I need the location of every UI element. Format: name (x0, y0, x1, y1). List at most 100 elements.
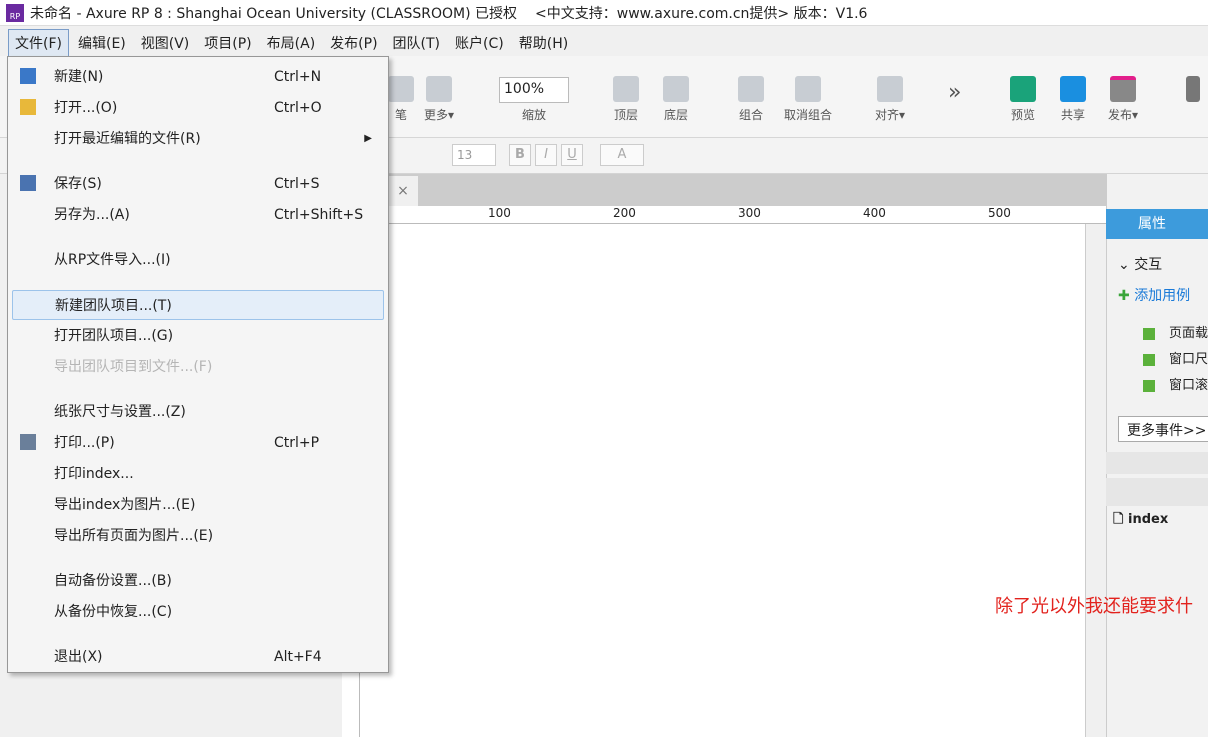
menu-item-label: 自动备份设置...(B) (54, 573, 172, 589)
file-menu-item: 导出团队项目到文件...(F) (12, 352, 384, 382)
group-button[interactable]: 组合 (738, 76, 764, 123)
ungroup-button[interactable]: 取消组合 (784, 76, 832, 123)
page-icon: 🗋 (1113, 512, 1128, 527)
expand-toolbar-button[interactable]: » (948, 80, 961, 105)
event-window-scroll[interactable]: 窗口滚 (1143, 374, 1208, 393)
font-size-select[interactable]: 13 (452, 144, 496, 166)
menu-8[interactable]: 帮助(H) (513, 30, 574, 56)
zoom-label: 缩放 (522, 108, 547, 122)
file-menu-item[interactable]: 另存为...(A) Ctrl+Shift+S (12, 200, 384, 230)
file-menu-item[interactable]: 新建团队项目...(T) (12, 290, 384, 320)
bold-button[interactable]: B (509, 144, 531, 166)
send-to-back-icon (663, 76, 689, 102)
group-icon (738, 76, 764, 102)
publish-button[interactable]: 发布▾ (1108, 76, 1138, 123)
file-menu-item[interactable]: 打开团队项目...(G) (12, 321, 384, 351)
menu-5[interactable]: 发布(P) (324, 30, 383, 56)
italic-button[interactable]: I (535, 144, 557, 166)
user-icon[interactable] (1186, 76, 1200, 106)
file-menu-item[interactable]: 保存(S) Ctrl+S (12, 169, 384, 199)
pages-header (1106, 478, 1208, 506)
event-cursor-icon (1143, 353, 1155, 366)
file-menu-item[interactable]: 自动备份设置...(B) (12, 566, 384, 596)
add-case-link[interactable]: ✚ 添加用例 (1118, 285, 1190, 305)
menu-item-label: 纸张尺寸与设置...(Z) (54, 404, 186, 420)
font-color-button[interactable]: A (600, 144, 644, 166)
menu-7[interactable]: 账户(C) (449, 30, 510, 56)
title-bar: RP 未命名 - Axure RP 8 : Shanghai Ocean Uni… (0, 0, 1208, 26)
more-button[interactable]: 更多▾ (424, 76, 454, 123)
menu-item-shortcut: Ctrl+P (274, 435, 320, 451)
menu-item-label: 打开...(O) (54, 100, 118, 116)
play-icon (1010, 76, 1036, 102)
file-menu-item[interactable]: 打开最近编辑的文件(R) ▶ (12, 124, 384, 154)
file-menu-item[interactable]: 退出(X) Alt+F4 (12, 642, 384, 672)
file-menu-item[interactable]: 从备份中恢复...(C) (12, 597, 384, 627)
menu-item-label: 新建(N) (54, 69, 104, 85)
menu-item-shortcut: Ctrl+O (274, 100, 322, 116)
pen-button[interactable]: 笔 (388, 76, 414, 123)
menu-item-shortcut: Alt+F4 (274, 649, 322, 665)
file-menu-item[interactable]: 打印index... (12, 459, 384, 489)
file-menu-item[interactable]: 导出所有页面为图片...(E) (12, 521, 384, 551)
title-info: <中文支持：www.axure.com.cn提供> 版本：V1.6 (535, 5, 868, 22)
menu-4[interactable]: 布局(A) (261, 30, 322, 56)
menu-bar: 文件(F) 编辑(E) 视图(V) 项目(P) 布局(A) 发布(P) 团队(T) 账户(C)… (0, 29, 577, 57)
file-menu-item[interactable]: 从RP文件导入...(I) (12, 245, 384, 275)
ruler-tick-label: 400 (863, 206, 886, 220)
interactions-header[interactable]: ⌄ 交互 (1118, 254, 1162, 274)
event-window-resize[interactable]: 窗口尺 (1143, 348, 1208, 367)
zoom-select[interactable]: 100% (499, 77, 569, 103)
file-menu-item[interactable]: 打印...(P) Ctrl+P (12, 428, 384, 458)
new-file-icon (20, 68, 36, 84)
menu-3[interactable]: 项目(P) (198, 30, 257, 56)
design-canvas[interactable] (360, 224, 1085, 737)
file-menu-item[interactable]: 导出index为图片...(E) (12, 490, 384, 520)
submenu-arrow-icon: ▶ (364, 133, 372, 144)
underline-button[interactable]: U (561, 144, 583, 166)
folder-open-icon (20, 99, 36, 115)
menu-2[interactable]: 视图(V) (135, 30, 196, 56)
vertical-scrollbar[interactable] (1085, 224, 1105, 737)
menu-item-shortcut: Ctrl+S (274, 176, 320, 192)
bottom-layer-button[interactable]: 底层 (663, 76, 689, 123)
menu-item-label: 从备份中恢复...(C) (54, 604, 173, 620)
align-button[interactable]: 对齐▾ (875, 76, 905, 123)
file-menu-item[interactable]: 新建(N) Ctrl+N (12, 62, 384, 92)
align-icon (877, 76, 904, 102)
plus-icon: ✚ (1118, 288, 1135, 304)
print-icon (20, 434, 36, 450)
file-menu-item[interactable]: 纸张尺寸与设置...(Z) (12, 397, 384, 427)
chevron-down-icon: ⌄ (1118, 257, 1135, 273)
menu-item-label: 打开最近编辑的文件(R) (54, 131, 201, 147)
event-cursor-icon (1143, 327, 1155, 340)
save-icon (20, 175, 36, 191)
more-icon (426, 76, 453, 102)
tab-bar (388, 174, 1106, 206)
horizontal-ruler: 100 200 300 400 500 (388, 206, 1106, 224)
menu-item-label: 导出所有页面为图片...(E) (54, 528, 214, 544)
menu-item-label: 退出(X) (54, 649, 103, 665)
page-item-index[interactable]: 🗋 index (1113, 510, 1168, 532)
menu-item-label: 另存为...(A) (54, 207, 130, 223)
preview-button[interactable]: 预览 (1010, 76, 1036, 123)
cloud-upload-icon (1060, 76, 1086, 102)
menu-6[interactable]: 团队(T) (387, 30, 446, 56)
ruler-tick-label: 300 (738, 206, 761, 220)
menu-item-label: 从RP文件导入...(I) (54, 252, 171, 268)
file-menu-item[interactable]: 打开...(O) Ctrl+O (12, 93, 384, 123)
file-menu-dropdown: 新建(N) Ctrl+N 打开...(O) Ctrl+O 打开最近编辑的文件(R) ▶ 保存… (7, 56, 389, 673)
tab-close-button[interactable]: × (388, 176, 418, 206)
menu-1[interactable]: 编辑(E) (72, 30, 132, 56)
share-button[interactable]: 共享 (1060, 76, 1086, 123)
horizontal-scrollbar[interactable] (1106, 452, 1208, 474)
tab-properties[interactable]: 属性 (1106, 209, 1208, 239)
top-layer-button[interactable]: 顶层 (613, 76, 639, 123)
download-icon (1110, 76, 1137, 102)
menu-item-label: 保存(S) (54, 176, 102, 192)
more-events-button[interactable]: 更多事件>> (1118, 416, 1208, 442)
menu-item-label: 新建团队项目...(T) (55, 298, 172, 314)
menu-0[interactable]: 文件(F) (8, 29, 69, 57)
event-page-load[interactable]: 页面载 (1143, 322, 1208, 341)
window-title: 未命名 - Axure RP 8 : Shanghai Ocean Univer… (30, 5, 518, 22)
